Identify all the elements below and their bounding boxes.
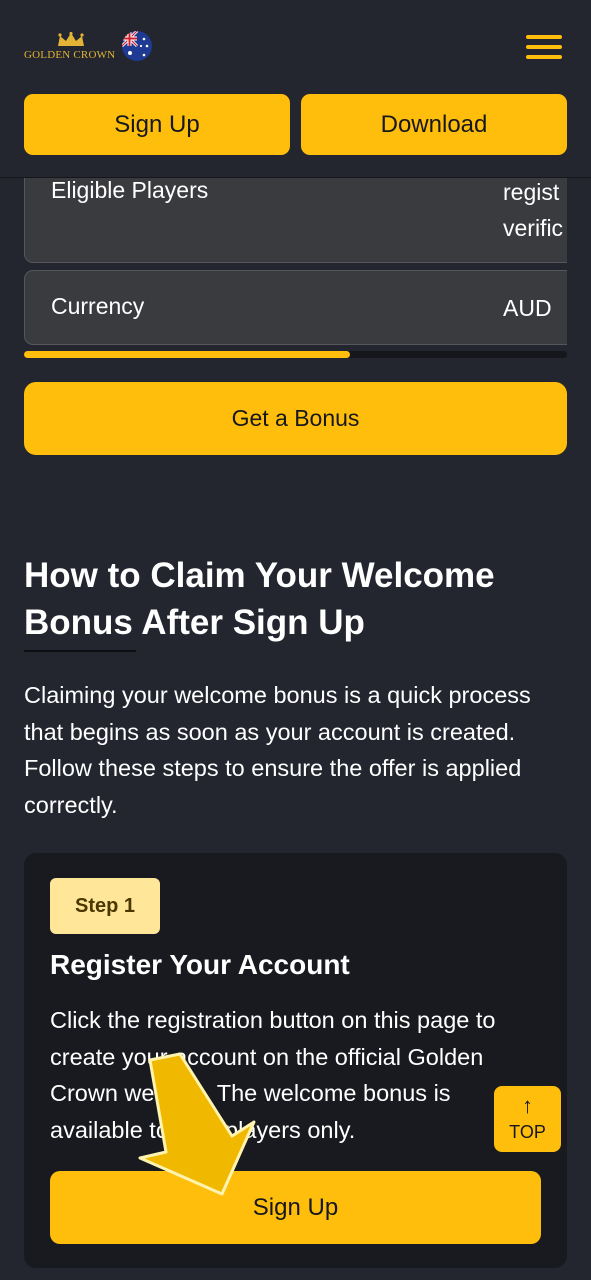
pointer-arrow-icon — [138, 1052, 256, 1196]
table-value: AUD — [503, 295, 552, 321]
step-badge: Step 1 — [50, 878, 160, 934]
golden-crown-logo[interactable]: GOLDEN CROWN — [24, 32, 120, 64]
table-scrollbar[interactable] — [24, 351, 567, 358]
step-signup-button[interactable]: Sign Up — [50, 1171, 541, 1244]
get-bonus-button[interactable]: Get a Bonus — [24, 382, 567, 455]
bonus-details-table[interactable]: Eligible Players regist verific Currency… — [24, 178, 567, 348]
crown-icon — [58, 32, 84, 46]
table-row: Eligible Players regist verific — [24, 178, 567, 263]
title-underline — [24, 650, 136, 652]
table-value: regist — [503, 179, 560, 205]
section-title: How to Claim Your Welcome Bonus After Si… — [24, 556, 495, 642]
back-to-top-button[interactable]: ↑ TOP — [494, 1086, 561, 1152]
table-key: Currency — [51, 293, 145, 319]
table-value: verific — [503, 215, 564, 241]
australia-flag-icon[interactable] — [122, 31, 152, 61]
arrow-up-icon: ↑ — [522, 1093, 533, 1118]
step-card: Step 1 Register Your Account Click the r… — [24, 853, 567, 1268]
header-download-button[interactable]: Download — [301, 94, 567, 155]
site-header: GOLDEN CROWN Sign Up Download — [0, 0, 591, 178]
scrollbar-thumb[interactable] — [24, 351, 350, 358]
top-label: TOP — [509, 1122, 546, 1142]
table-row: Currency AUD — [24, 270, 567, 345]
section-intro: Claiming your welcome bonus is a quick p… — [24, 682, 531, 818]
header-signup-button[interactable]: Sign Up — [24, 94, 290, 155]
logo-text: GOLDEN CROWN — [24, 49, 116, 61]
table-key: Eligible Players — [51, 178, 209, 203]
step-title: Register Your Account — [50, 949, 350, 980]
hamburger-menu-icon[interactable] — [526, 35, 562, 61]
step-text: Click the registration button on this pa… — [50, 1007, 496, 1143]
